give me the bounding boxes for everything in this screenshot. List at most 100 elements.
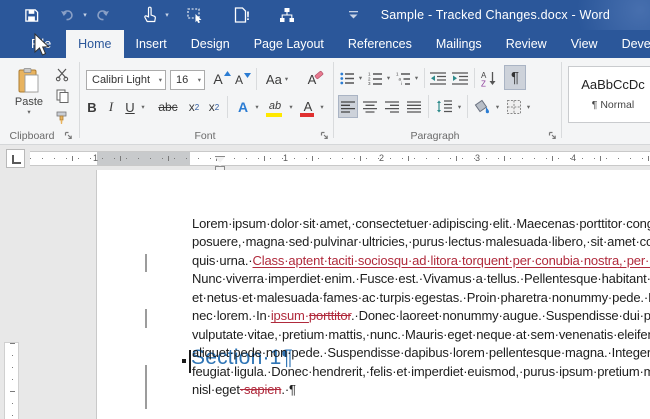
text-line[interactable]: aliquet·pede·non·pede.·Suspendisse·dapib… (192, 345, 650, 364)
copy-icon[interactable] (52, 88, 72, 104)
paragraph-group-label: Paragraph (410, 130, 460, 142)
strikethrough-button[interactable]: abc (154, 96, 182, 118)
text-line[interactable]: Lorem·ipsum·dolor·sit·amet,·consectetuer… (192, 216, 650, 235)
text-run: et·netus·et·malesuada·fames·ac·turpis·eg… (192, 289, 650, 305)
shrink-font-button[interactable]: A (234, 70, 252, 90)
change-bar (145, 253, 147, 273)
change-bar (145, 309, 147, 328)
highlight-dropdown-icon[interactable]: ▾ (286, 96, 296, 118)
italic-button[interactable]: I (104, 96, 118, 118)
text-line[interactable]: et·netus·et·malesuada·fames·ac·turpis·eg… (192, 290, 650, 309)
tracked-deletion: porttitor (308, 308, 351, 324)
tracked-insertion: Class·aptent·taciti·sociosqu·ad·litora·t… (252, 252, 650, 268)
text-effects-dropdown-icon[interactable]: ▾ (252, 96, 262, 118)
increase-indent-icon[interactable] (450, 68, 470, 88)
superscript-button[interactable]: x2 (204, 96, 224, 118)
sort-icon[interactable]: AZ (478, 66, 500, 90)
style-normal-gallery-item[interactable]: AaBbCcDc ¶ Normal (568, 66, 650, 123)
show-formatting-marks-toggle[interactable]: ¶ (504, 65, 526, 90)
tab-references[interactable]: References (336, 30, 424, 58)
font-size-combobox[interactable]: 16 ▾ (170, 70, 205, 90)
font-dialog-launcher-icon[interactable] (320, 131, 330, 141)
borders-icon[interactable] (504, 95, 524, 118)
font-name-dropdown-icon[interactable]: ▾ (159, 76, 162, 84)
ruler-number: 1 (283, 153, 289, 163)
justify-button[interactable] (404, 95, 424, 118)
text-highlight-button[interactable]: ab (264, 94, 286, 118)
cut-icon[interactable] (52, 66, 72, 82)
highlight-color-swatch (266, 113, 282, 117)
sort-z-letter: Z (481, 79, 486, 88)
text-line[interactable]: vulputate·vitae,·pretium·mattis,·nunc.·M… (192, 327, 650, 346)
tab-review[interactable]: Review (494, 30, 559, 58)
vertical-ruler[interactable]: 12 (4, 342, 19, 419)
svg-text:i: i (401, 81, 402, 86)
tab-page-layout[interactable]: Page Layout (242, 30, 336, 58)
font-color-button[interactable]: A (298, 94, 318, 118)
title-bar: ▾ ▾ ! Sample - Tracked Changes.docx - Wo… (0, 0, 650, 30)
align-right-button[interactable] (382, 95, 402, 118)
text-line[interactable]: nec·lorem.·In·ipsum·porttitor.·Donec·lao… (192, 308, 650, 327)
first-line-indent-marker[interactable] (215, 156, 225, 163)
ruler-number: 4 (571, 153, 577, 163)
grow-font-button[interactable]: A (212, 68, 232, 90)
word-window: ▾ ▾ ! Sample - Tracked Changes.docx - Wo… (0, 0, 650, 419)
window-title: Sample - Tracked Changes.docx - Word (380, 8, 610, 22)
paste-dropdown-icon: ▾ (27, 109, 31, 116)
font-size-dropdown-icon[interactable]: ▾ (198, 76, 201, 84)
text-run: nec·lorem.·In· (192, 308, 271, 324)
ribbon-tabs: FileHomeInsertDesignPage LayoutReference… (0, 30, 650, 58)
multilevel-list-icon[interactable]: 1ai (394, 68, 412, 88)
text-line[interactable]: feugiat·ligula.·Donec·hendrerit,·felis·e… (192, 364, 650, 383)
text-effects-button[interactable]: A (232, 96, 254, 118)
text-run: feugiat·ligula.·Donec·hendrerit,·felis·e… (192, 363, 650, 379)
numbering-icon[interactable]: 123 (366, 68, 384, 88)
mouse-cursor (34, 32, 52, 58)
text-line[interactable]: nisl·eget·sapien.·¶ (192, 382, 650, 401)
tab-mailings[interactable]: Mailings (424, 30, 494, 58)
tab-insert[interactable]: Insert (124, 30, 179, 58)
clipboard-dialog-launcher-icon[interactable] (64, 131, 74, 141)
align-center-button[interactable] (360, 95, 380, 118)
ruler-row: 1 1 2 3 4 (0, 145, 650, 172)
underline-dropdown-icon[interactable]: ▾ (138, 96, 148, 118)
paste-label: Paste (14, 96, 44, 108)
horizontal-ruler[interactable]: 1 1 2 3 4 (30, 151, 650, 170)
font-name-combobox[interactable]: Calibri Light ▾ (86, 70, 166, 90)
clear-formatting-button[interactable]: A (304, 68, 328, 90)
tab-developer[interactable]: Developer (610, 30, 650, 58)
bold-button[interactable]: B (84, 96, 100, 118)
numbering-dropdown-icon[interactable]: ▾ (384, 68, 393, 88)
text-line[interactable]: posuere,·magna·sed·pulvinar·ultricies,·p… (192, 234, 650, 253)
underline-button[interactable]: U (122, 96, 138, 118)
borders-dropdown-icon[interactable]: ▾ (524, 95, 533, 118)
shading-dropdown-icon[interactable]: ▾ (493, 95, 502, 118)
paste-icon (18, 68, 39, 93)
align-left-button[interactable] (338, 95, 358, 118)
style-preview-text: AaBbCcDc (581, 77, 645, 92)
tab-view[interactable]: View (559, 30, 610, 58)
font-color-dropdown-icon[interactable]: ▾ (317, 96, 327, 118)
text-line[interactable]: quis·urna.·Class·aptent·taciti·sociosqu·… (192, 253, 650, 272)
shading-icon[interactable] (471, 95, 493, 118)
decrease-indent-icon[interactable] (428, 68, 448, 88)
paste-button[interactable]: Paste ▾ (8, 64, 50, 120)
change-case-button[interactable]: Aa ▾ (262, 68, 292, 90)
format-painter-icon[interactable] (52, 110, 72, 126)
line-spacing-icon[interactable] (433, 95, 455, 118)
font-color-swatch (300, 113, 314, 117)
text-run: Lorem·ipsum·dolor·sit·amet,·consectetuer… (192, 216, 650, 231)
subscript-button[interactable]: x2 (184, 96, 204, 118)
bullets-icon[interactable] (338, 68, 356, 88)
line-spacing-dropdown-icon[interactable]: ▾ (455, 95, 464, 118)
tab-design[interactable]: Design (179, 30, 242, 58)
tab-selector-button[interactable] (6, 149, 25, 168)
ruler-margin-number: 1 (93, 153, 99, 163)
paragraph-dialog-launcher-icon[interactable] (548, 131, 558, 141)
tracked-deletion: ·sapien (239, 382, 282, 398)
text-line[interactable]: Nunc·viverra·imperdiet·enim.·Fusce·est.·… (192, 271, 650, 290)
bullets-dropdown-icon[interactable]: ▾ (356, 68, 365, 88)
multilevel-dropdown-icon[interactable]: ▾ (412, 68, 421, 88)
tab-home[interactable]: Home (66, 30, 124, 58)
text-run: nisl·eget (192, 382, 240, 398)
